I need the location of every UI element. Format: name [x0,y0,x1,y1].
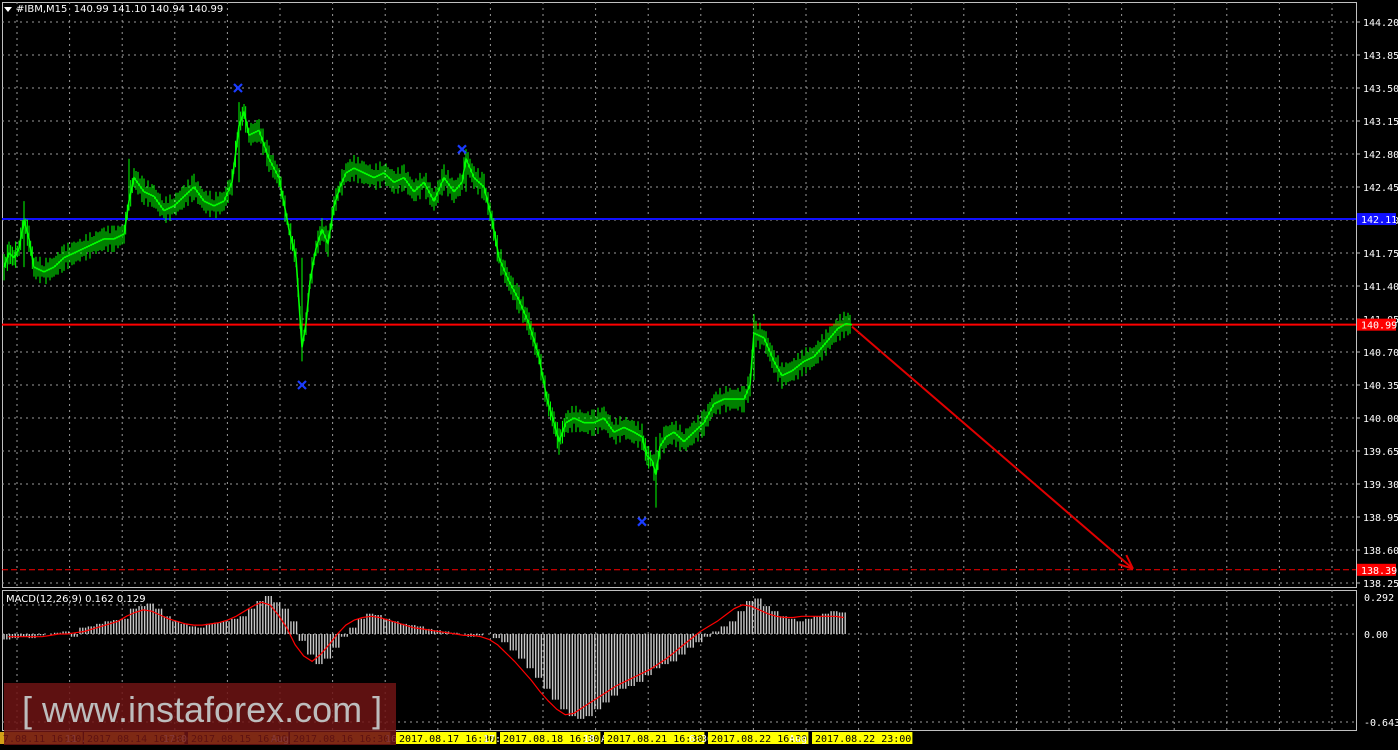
symbol-label: #IBM,M15 [16,4,68,15]
price-tick-label: 138.25 [1363,579,1398,590]
price-tick-label: 140.70 [1363,348,1398,359]
price-level-label: 138.39 [1361,566,1397,577]
macd-tick-label: -0.643 [1364,718,1398,729]
price-level-label: 142.11 [1361,215,1397,226]
price-tick-label: 142.80 [1363,150,1398,161]
time-label: 2017.08.22 23:00 [815,734,911,745]
price-tick-label: 138.95 [1363,513,1398,524]
price-level-label: 140.99 [1361,321,1397,332]
macd-header: MACD(12,26,9) 0.162 0.129 [6,594,146,605]
chart-header: #IBM,M15 140.99 141.10 140.94 140.99 [4,4,223,15]
price-tick-label: 139.30 [1363,480,1398,491]
price-tick-label: 142.45 [1363,183,1398,194]
price-tick-label: 141.75 [1363,249,1398,260]
price-tick-label: 138.60 [1363,546,1398,557]
price-tick-label: 144.20 [1363,18,1398,29]
watermark-text: [ www.instaforex.com ] [22,689,383,730]
price-tick-label: 143.85 [1363,51,1398,62]
macd-tick-label: 0.292 [1364,593,1394,604]
price-tick-label: 139.65 [1363,447,1398,458]
price-chart[interactable]: 144.20 143.85 143.50 143.15 142.80 142.45 142.… [0,0,1398,750]
price-tick-label: 140.35 [1363,381,1398,392]
price-tick-label: 140.00 [1363,414,1398,425]
instaforex-watermark: [ www.instaforex.com ] [4,683,396,745]
price-tick-label: 143.50 [1363,84,1398,95]
price-tick-label: 143.15 [1363,117,1398,128]
ohlc-label: 140.99 141.10 140.94 140.99 [73,4,224,15]
macd-tick-label: 0.00 [1364,630,1388,641]
dropdown-triangle-icon[interactable] [4,6,12,12]
time-label: 2017.08.17 16:30 [399,734,495,745]
price-tick-label: 141.40 [1363,282,1398,293]
